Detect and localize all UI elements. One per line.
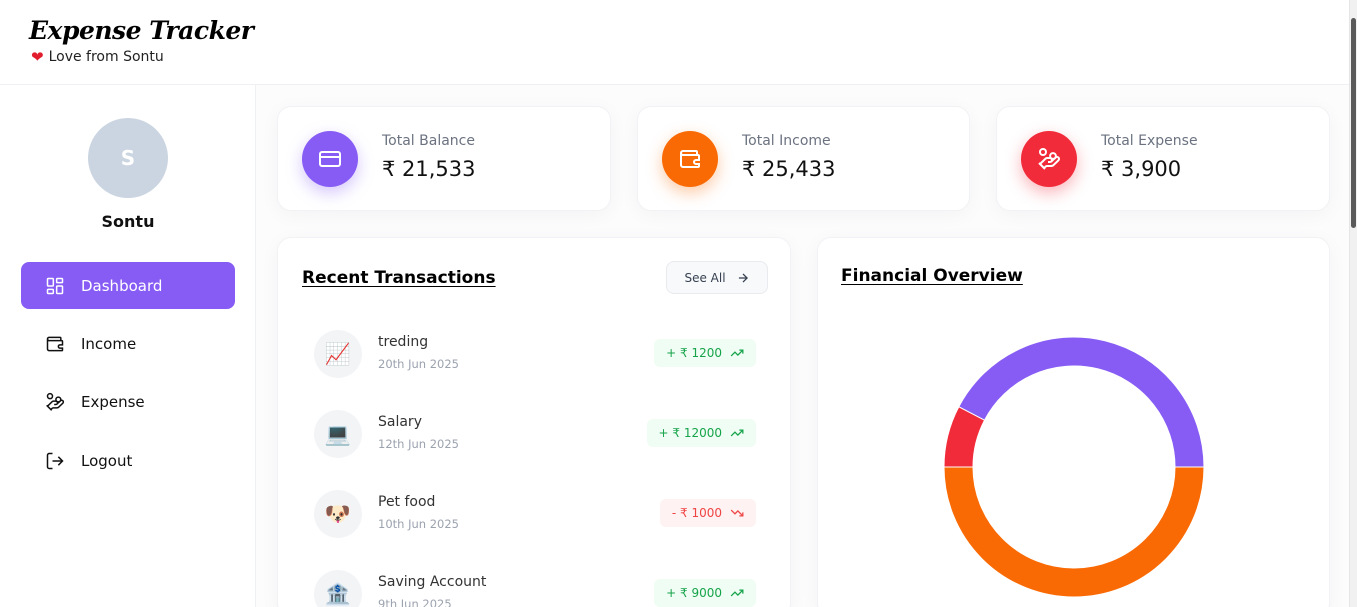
sidebar-item-label: Expense xyxy=(81,392,145,411)
trending-down-icon xyxy=(730,509,744,517)
amount-text: - ₹ 1000 xyxy=(671,506,722,520)
amount-badge: - ₹ 1000 xyxy=(659,499,756,527)
amount-badge: + ₹ 12000 xyxy=(646,419,756,447)
sidebar-item-label: Logout xyxy=(81,451,133,470)
financial-overview-card: Financial Overview xyxy=(817,237,1330,607)
financial-overview-donut-chart xyxy=(943,336,1205,598)
hand-coins-icon xyxy=(1021,131,1077,187)
logout-icon xyxy=(46,452,64,469)
trending-up-icon xyxy=(730,429,744,437)
stat-value: ₹ 25,433 xyxy=(742,157,836,181)
bank-emoji-icon: 🏦 xyxy=(314,570,362,607)
sidebar-item-logout[interactable]: Logout xyxy=(21,437,235,484)
avatar: S xyxy=(88,118,168,198)
arrow-right-icon xyxy=(738,272,748,283)
app-title: Expense Tracker xyxy=(29,16,254,45)
total-expense-card: Total Expense ₹ 3,900 xyxy=(996,106,1330,211)
page-scrollbar[interactable] xyxy=(1349,0,1357,607)
laptop-emoji-icon: 💻 xyxy=(314,410,362,458)
see-all-button[interactable]: See All xyxy=(666,261,768,294)
list-item[interactable]: 🐶 Pet food 10th Jun 2025 - ₹ 1000 xyxy=(314,489,756,539)
donut-slice-total-balance[interactable] xyxy=(958,336,1205,468)
sidebar: S Sontu Dashboard Income Expense Logout xyxy=(0,85,256,607)
dog-emoji-icon: 🐶 xyxy=(314,490,362,538)
transaction-title: Pet food xyxy=(378,494,436,510)
stat-value: ₹ 21,533 xyxy=(382,157,476,181)
heart-icon: ❤ xyxy=(31,47,44,66)
hand-coins-icon xyxy=(46,392,65,411)
transaction-title: Salary xyxy=(378,414,422,430)
sidebar-item-dashboard[interactable]: Dashboard xyxy=(21,262,235,309)
chart-emoji-icon: 📈 xyxy=(314,330,362,378)
transaction-date: 9th Jun 2025 xyxy=(378,597,452,607)
transaction-date: 20th Jun 2025 xyxy=(378,357,459,371)
wallet-icon xyxy=(46,336,64,351)
wallet-icon xyxy=(662,131,718,187)
transaction-title: Saving Account xyxy=(378,574,487,590)
transaction-date: 10th Jun 2025 xyxy=(378,517,459,531)
trending-up-icon xyxy=(730,349,744,357)
app-header: Expense Tracker ❤ Love from Sontu xyxy=(0,0,1349,85)
tagline: ❤ Love from Sontu xyxy=(31,49,164,65)
sidebar-item-label: Income xyxy=(81,334,137,353)
amount-text: + ₹ 12000 xyxy=(658,426,723,440)
amount-text: + ₹ 1200 xyxy=(666,346,722,360)
recent-transactions-title: Recent Transactions xyxy=(302,268,496,288)
amount-badge: + ₹ 9000 xyxy=(654,579,756,607)
sidebar-item-income[interactable]: Income xyxy=(21,320,235,367)
sidebar-item-expense[interactable]: Expense xyxy=(21,378,235,425)
stat-label: Total Expense xyxy=(1101,133,1198,149)
tagline-text: Love from Sontu xyxy=(48,49,164,65)
recent-transactions-card: Recent Transactions See All 📈 treding 20… xyxy=(277,237,791,607)
list-item[interactable]: 📈 treding 20th Jun 2025 + ₹ 1200 xyxy=(314,329,756,379)
stat-label: Total Income xyxy=(742,133,831,149)
total-income-card: Total Income ₹ 25,433 xyxy=(637,106,970,211)
scrollbar-thumb[interactable] xyxy=(1351,18,1356,228)
donut-slice-total-income[interactable] xyxy=(943,466,1205,598)
credit-card-icon xyxy=(302,131,358,187)
dashboard-icon xyxy=(46,277,64,294)
amount-text: + ₹ 9000 xyxy=(666,586,722,600)
stat-label: Total Balance xyxy=(382,133,475,149)
user-name: Sontu xyxy=(101,212,155,231)
transaction-title: treding xyxy=(378,334,429,350)
trending-up-icon xyxy=(730,589,744,597)
sidebar-item-label: Dashboard xyxy=(81,276,163,295)
stat-value: ₹ 3,900 xyxy=(1101,157,1182,181)
list-item[interactable]: 🏦 Saving Account 9th Jun 2025 + ₹ 9000 xyxy=(314,569,756,607)
transaction-date: 12th Jun 2025 xyxy=(378,437,459,451)
amount-badge: + ₹ 1200 xyxy=(654,339,756,367)
total-balance-card: Total Balance ₹ 21,533 xyxy=(277,106,611,211)
list-item[interactable]: 💻 Salary 12th Jun 2025 + ₹ 12000 xyxy=(314,409,756,459)
see-all-label: See All xyxy=(684,270,726,285)
